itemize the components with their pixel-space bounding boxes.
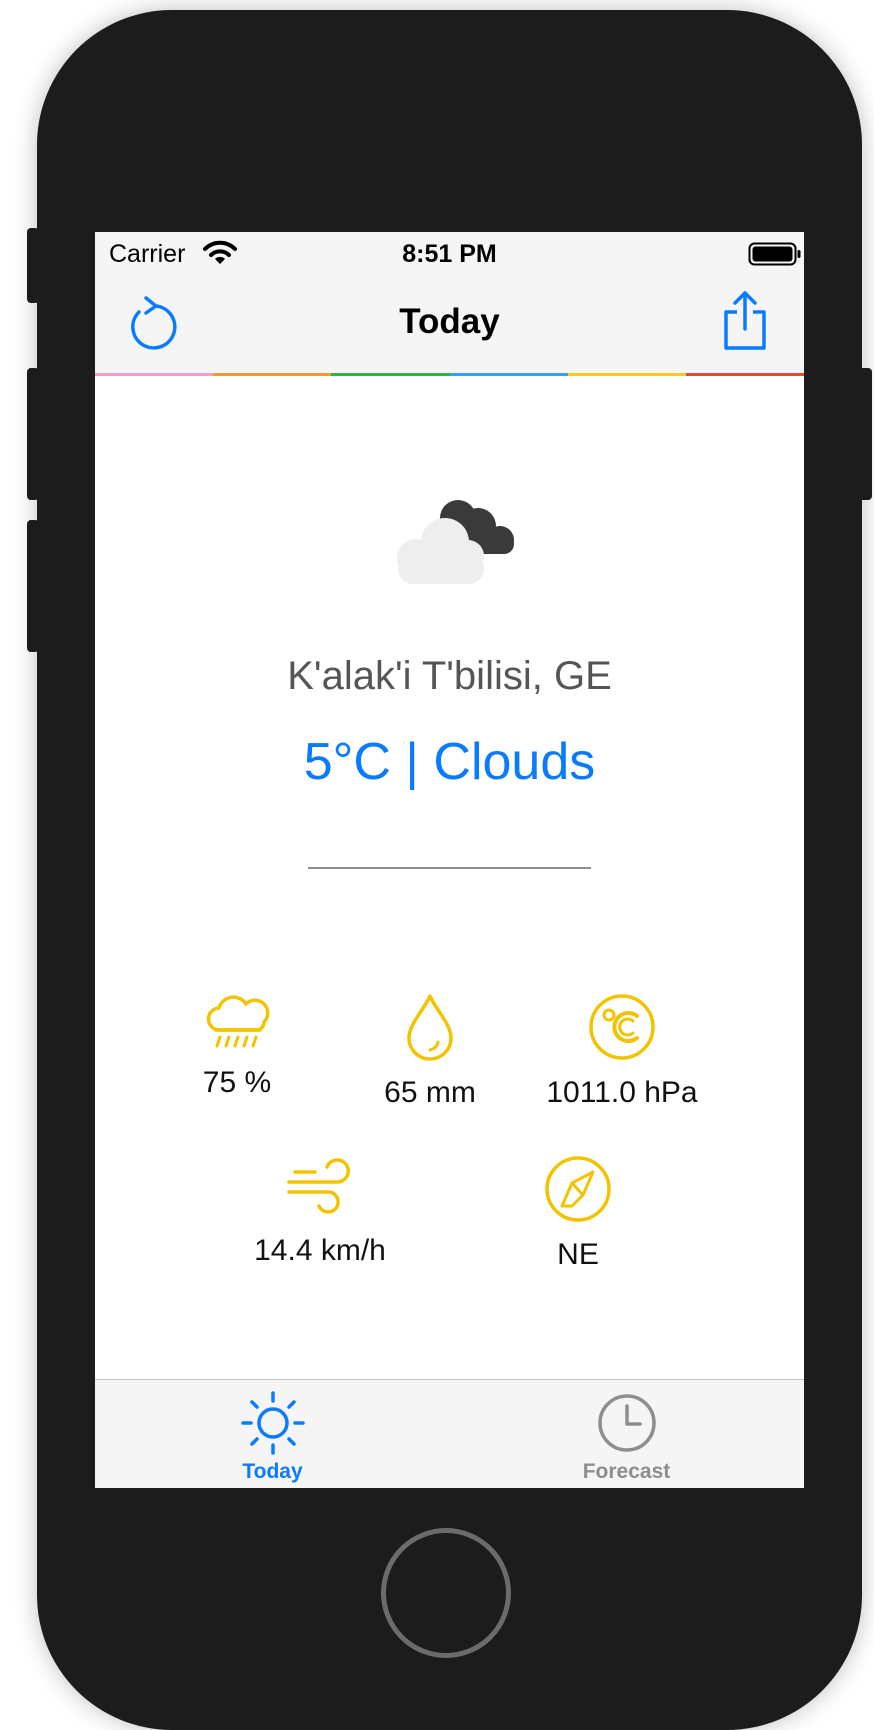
divider bbox=[308, 867, 591, 869]
pressure-value: 1011.0 hPa bbox=[546, 1076, 698, 1109]
wind-speed-stat: 14.4 km/h bbox=[225, 1154, 415, 1268]
share-button[interactable] bbox=[718, 290, 772, 352]
strip-segment bbox=[449, 373, 568, 376]
wind-direction-value: NE bbox=[557, 1238, 599, 1271]
status-bar: Carrier 8:51 PM bbox=[95, 232, 804, 276]
navigation-bar: Today bbox=[95, 276, 804, 373]
sun-icon bbox=[240, 1391, 305, 1455]
home-button[interactable] bbox=[381, 1528, 511, 1658]
volume-up-button bbox=[27, 368, 39, 500]
cloudy-icon bbox=[388, 496, 518, 584]
tab-forecast[interactable]: Forecast bbox=[449, 1380, 804, 1488]
power-button bbox=[858, 368, 872, 500]
wind-direction-stat: NE bbox=[483, 1154, 673, 1272]
location-label: K'alak'i T'bilisi, GE bbox=[287, 654, 612, 698]
rain-cloud-icon bbox=[206, 995, 270, 1048]
strip-segment bbox=[95, 373, 214, 376]
celsius-icon bbox=[589, 994, 655, 1060]
rainfall-value: 65 mm bbox=[384, 1076, 476, 1109]
temperature-condition: 5°C | Clouds bbox=[303, 733, 596, 791]
battery-icon bbox=[748, 242, 801, 266]
tab-today[interactable]: Today bbox=[95, 1380, 450, 1488]
app-screen: Carrier 8:51 PM Today K'alak'i T'bilisi,… bbox=[95, 232, 804, 1488]
strip-segment bbox=[567, 373, 686, 376]
strip-segment bbox=[331, 373, 450, 376]
color-strip bbox=[95, 373, 804, 376]
precipitation-stat: 75 % bbox=[142, 992, 332, 1100]
compass-icon bbox=[545, 1156, 611, 1222]
mute-switch bbox=[27, 228, 39, 303]
tab-forecast-label: Forecast bbox=[582, 1460, 671, 1483]
tab-bar: Today Forecast bbox=[95, 1379, 804, 1488]
rainfall-stat: 65 mm bbox=[335, 992, 525, 1110]
precipitation-value: 75 % bbox=[202, 1066, 272, 1099]
wind-speed-value: 14.4 km/h bbox=[254, 1234, 386, 1267]
water-drop-icon bbox=[407, 994, 453, 1061]
tab-today-label: Today bbox=[242, 1460, 303, 1483]
clock-icon bbox=[597, 1394, 656, 1452]
status-time: 8:51 PM bbox=[402, 240, 497, 268]
strip-segment bbox=[213, 373, 332, 376]
pressure-stat: 1011.0 hPa bbox=[527, 992, 717, 1110]
page-title: Today bbox=[399, 302, 500, 341]
strip-segment bbox=[685, 373, 804, 376]
volume-down-button bbox=[27, 520, 39, 652]
wind-icon bbox=[287, 1158, 350, 1214]
